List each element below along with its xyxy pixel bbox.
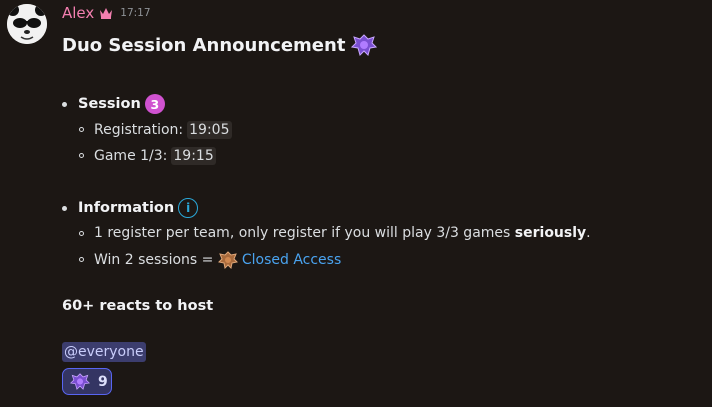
bronze-emblem-emoji-icon[interactable]	[217, 251, 238, 269]
message-header: Alex 17:17	[62, 4, 151, 22]
session-number-badge: 3	[144, 94, 165, 114]
timestamp[interactable]: 17:17	[120, 7, 150, 19]
list-item: Registration: 19:05	[79, 121, 232, 139]
rule-suffix: .	[586, 225, 591, 241]
list-item: Win 2 sessions = Closed Access	[78, 251, 341, 269]
game-time[interactable]: 19:15	[171, 147, 216, 165]
crown-icon	[99, 7, 113, 19]
reacts-to-host-text: 60+ reacts to host	[62, 298, 214, 314]
list-item: 1 register per team, only register if yo…	[79, 225, 591, 241]
purple-emblem-emoji-icon[interactable]	[351, 34, 378, 56]
reaction-button[interactable]: 9	[62, 368, 112, 395]
win-text: Win 2 sessions =	[94, 252, 214, 268]
registration-label: Registration:	[94, 122, 184, 138]
game-label: Game 1/3:	[94, 148, 168, 164]
purple-emblem-emoji-icon	[70, 373, 90, 390]
information-label: Information	[78, 200, 175, 216]
title-text: Duo Session Announcement	[62, 34, 346, 56]
information-heading: Information i	[61, 198, 199, 218]
closed-access-link[interactable]: Closed Access	[242, 252, 341, 268]
rule-emphasis: seriously	[514, 225, 587, 241]
rule-text: 1 register per team, only register if yo…	[94, 225, 511, 241]
message-title: Duo Session Announcement	[62, 34, 378, 56]
panda-avatar-icon	[7, 4, 47, 44]
avatar[interactable]	[7, 4, 47, 44]
list-item: Game 1/3: 19:15	[79, 147, 216, 165]
author-name[interactable]: Alex	[62, 4, 94, 22]
info-icon[interactable]: i	[178, 198, 199, 218]
registration-time[interactable]: 19:05	[187, 121, 232, 139]
reaction-count: 9	[98, 373, 108, 390]
session-heading: Session 3	[62, 94, 165, 114]
session-label: Session	[78, 96, 141, 112]
everyone-mention[interactable]: @everyone	[62, 342, 146, 362]
